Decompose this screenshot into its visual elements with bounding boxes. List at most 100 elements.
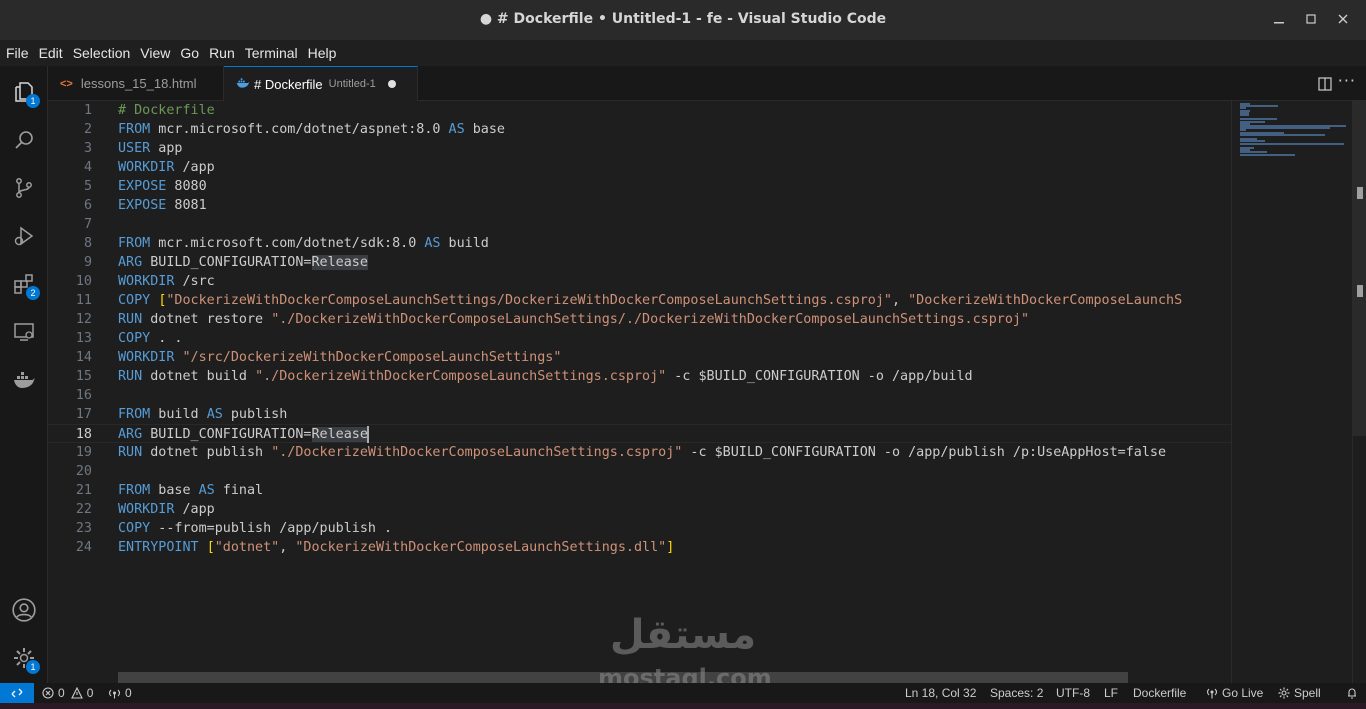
line-number: 8 [83,236,92,251]
minimize-icon[interactable] [1270,10,1288,28]
error-count: 0 [58,686,65,700]
more-actions-icon[interactable]: ··· [1338,71,1356,90]
line-number: 4 [83,160,92,175]
search-icon[interactable] [0,116,48,164]
minimap-line [1240,142,1344,145]
code-line[interactable]: 18 ARG BUILD_CONFIGURATION=Release [48,424,1231,443]
code-text: WORKDIR /src [118,274,215,289]
gear-icon [1278,687,1290,699]
code-line[interactable]: 5 EXPOSE 8080 [48,177,1231,196]
maximize-icon[interactable] [1302,10,1320,28]
code-text: RUN dotnet publish "./DockerizeWithDocke… [118,445,1167,460]
line-number: 1 [83,103,92,118]
code-line[interactable]: 24 ENTRYPOINT ["dotnet", "DockerizeWithDo… [48,538,1231,557]
error-icon [42,687,54,699]
code-line[interactable]: 13 COPY . . [48,329,1231,348]
code-text: WORKDIR "/src/DockerizeWithDockerCompose… [118,350,562,365]
tab-lessons-html[interactable]: <> lessons_15_18.html [48,66,224,101]
line-number: 5 [83,179,92,194]
close-icon[interactable] [1334,10,1352,28]
line-number: 18 [75,427,92,442]
menu-item-file[interactable]: File [2,45,33,61]
end-of-line[interactable]: LF [1104,683,1118,703]
code-text: WORKDIR /app [118,502,215,517]
line-number: 22 [75,502,92,517]
code-line[interactable]: 8 FROM mcr.microsoft.com/dotnet/sdk:8.0 A… [48,234,1231,253]
ports-count: 0 [125,686,132,700]
code-line[interactable]: 6 EXPOSE 8081 [48,196,1231,215]
html-file-icon: <> [60,77,73,90]
menu-bar: File Edit Selection View Go Run Terminal Help [0,40,1366,66]
code-line[interactable]: 21 FROM base AS final [48,481,1231,500]
menu-item-edit[interactable]: Edit [35,45,67,61]
code-line[interactable]: 4 WORKDIR /app [48,158,1231,177]
menu-item-help[interactable]: Help [304,45,341,61]
extensions-icon[interactable]: 2 [0,260,48,308]
line-number: 7 [83,217,92,232]
code-line[interactable]: 7 [48,215,1231,234]
code-line[interactable]: 15 RUN dotnet build "./DockerizeWithDocke… [48,367,1231,386]
accounts-icon[interactable] [0,586,48,634]
source-control-icon[interactable] [0,164,48,212]
menu-item-selection[interactable]: Selection [69,45,135,61]
text-cursor [366,425,369,443]
remote-indicator[interactable] [0,683,34,703]
horizontal-scrollbar[interactable] [118,672,1128,683]
notifications-icon[interactable] [1346,683,1358,703]
cursor-position[interactable]: Ln 18, Col 32 [905,683,976,703]
unsaved-dot-icon[interactable] [387,80,396,88]
line-number: 20 [75,464,92,479]
window-title: ● # Dockerfile • Untitled-1 - fe - Visua… [479,11,887,27]
line-number: 2 [83,122,92,137]
code-line[interactable]: 10 WORKDIR /src [48,272,1231,291]
spell-check-button[interactable]: Spell [1278,683,1321,703]
split-editor-icon[interactable] [1318,76,1332,95]
menu-item-terminal[interactable]: Terminal [241,45,302,61]
code-line[interactable]: 19 RUN dotnet publish "./DockerizeWithDoc… [48,443,1231,462]
code-line[interactable]: 12 RUN dotnet restore "./DockerizeWithDoc… [48,310,1231,329]
tab-dockerfile[interactable]: # Dockerfile Untitled-1 [224,66,418,101]
language-mode[interactable]: Dockerfile [1133,683,1186,703]
code-line[interactable]: 11 COPY ["DockerizeWithDockerComposeLaunc… [48,291,1231,310]
menu-item-view[interactable]: View [136,45,174,61]
line-number: 23 [75,521,92,536]
explorer-icon[interactable]: 1 [0,68,48,116]
code-line[interactable]: 16 [48,386,1231,405]
spell-label: Spell [1294,686,1321,700]
manage-gear-icon[interactable]: 1 [0,634,48,682]
code-line[interactable]: 1 # Dockerfile [48,101,1231,120]
activity-bar: 1 2 1 [0,66,48,683]
menu-item-go[interactable]: Go [176,45,203,61]
warning-icon [70,687,83,699]
tab-label: lessons_15_18.html [80,76,197,91]
code-line[interactable]: 2 FROM mcr.microsoft.com/dotnet/aspnet:8.… [48,120,1231,139]
indentation[interactable]: Spaces: 2 [990,683,1043,703]
code-line[interactable]: 23 COPY --from=publish /app/publish . [48,519,1231,538]
code-text: # Dockerfile [118,103,215,118]
vertical-scrollbar[interactable] [1352,101,1366,683]
code-editor[interactable]: 24 ENTRYPOINT ["dotnet", "DockerizeWithDo… [48,101,1231,683]
code-line[interactable]: 14 WORKDIR "/src/DockerizeWithDockerCompo… [48,348,1231,367]
minimap-line [1240,153,1296,156]
remote-explorer-icon[interactable] [0,308,48,356]
problems-status[interactable]: 0 0 [42,683,93,703]
ports-status[interactable]: 0 [108,683,132,703]
scrollbar-thumb[interactable] [1353,101,1366,436]
encoding[interactable]: UTF-8 [1056,683,1090,703]
code-line[interactable]: 22 WORKDIR /app [48,500,1231,519]
docker-icon[interactable] [0,356,48,404]
go-live-button[interactable]: Go Live [1206,683,1263,703]
code-text: FROM base AS final [118,483,264,498]
code-line[interactable]: 9 ARG BUILD_CONFIGURATION=Release [48,253,1231,272]
code-line[interactable]: 3 USER app [48,139,1231,158]
code-line[interactable]: 17 FROM build AS publish [48,405,1231,424]
warning-count: 0 [86,686,94,700]
code-line[interactable]: 20 [48,462,1231,481]
code-text: FROM mcr.microsoft.com/dotnet/sdk:8.0 AS… [118,236,489,251]
tab-label: # Dockerfile [254,76,323,92]
run-debug-icon[interactable] [0,212,48,260]
manage-badge: 1 [26,660,40,674]
minimap[interactable] [1231,101,1352,683]
menu-item-run[interactable]: Run [205,45,239,61]
scrollbar-marker [1357,285,1363,297]
